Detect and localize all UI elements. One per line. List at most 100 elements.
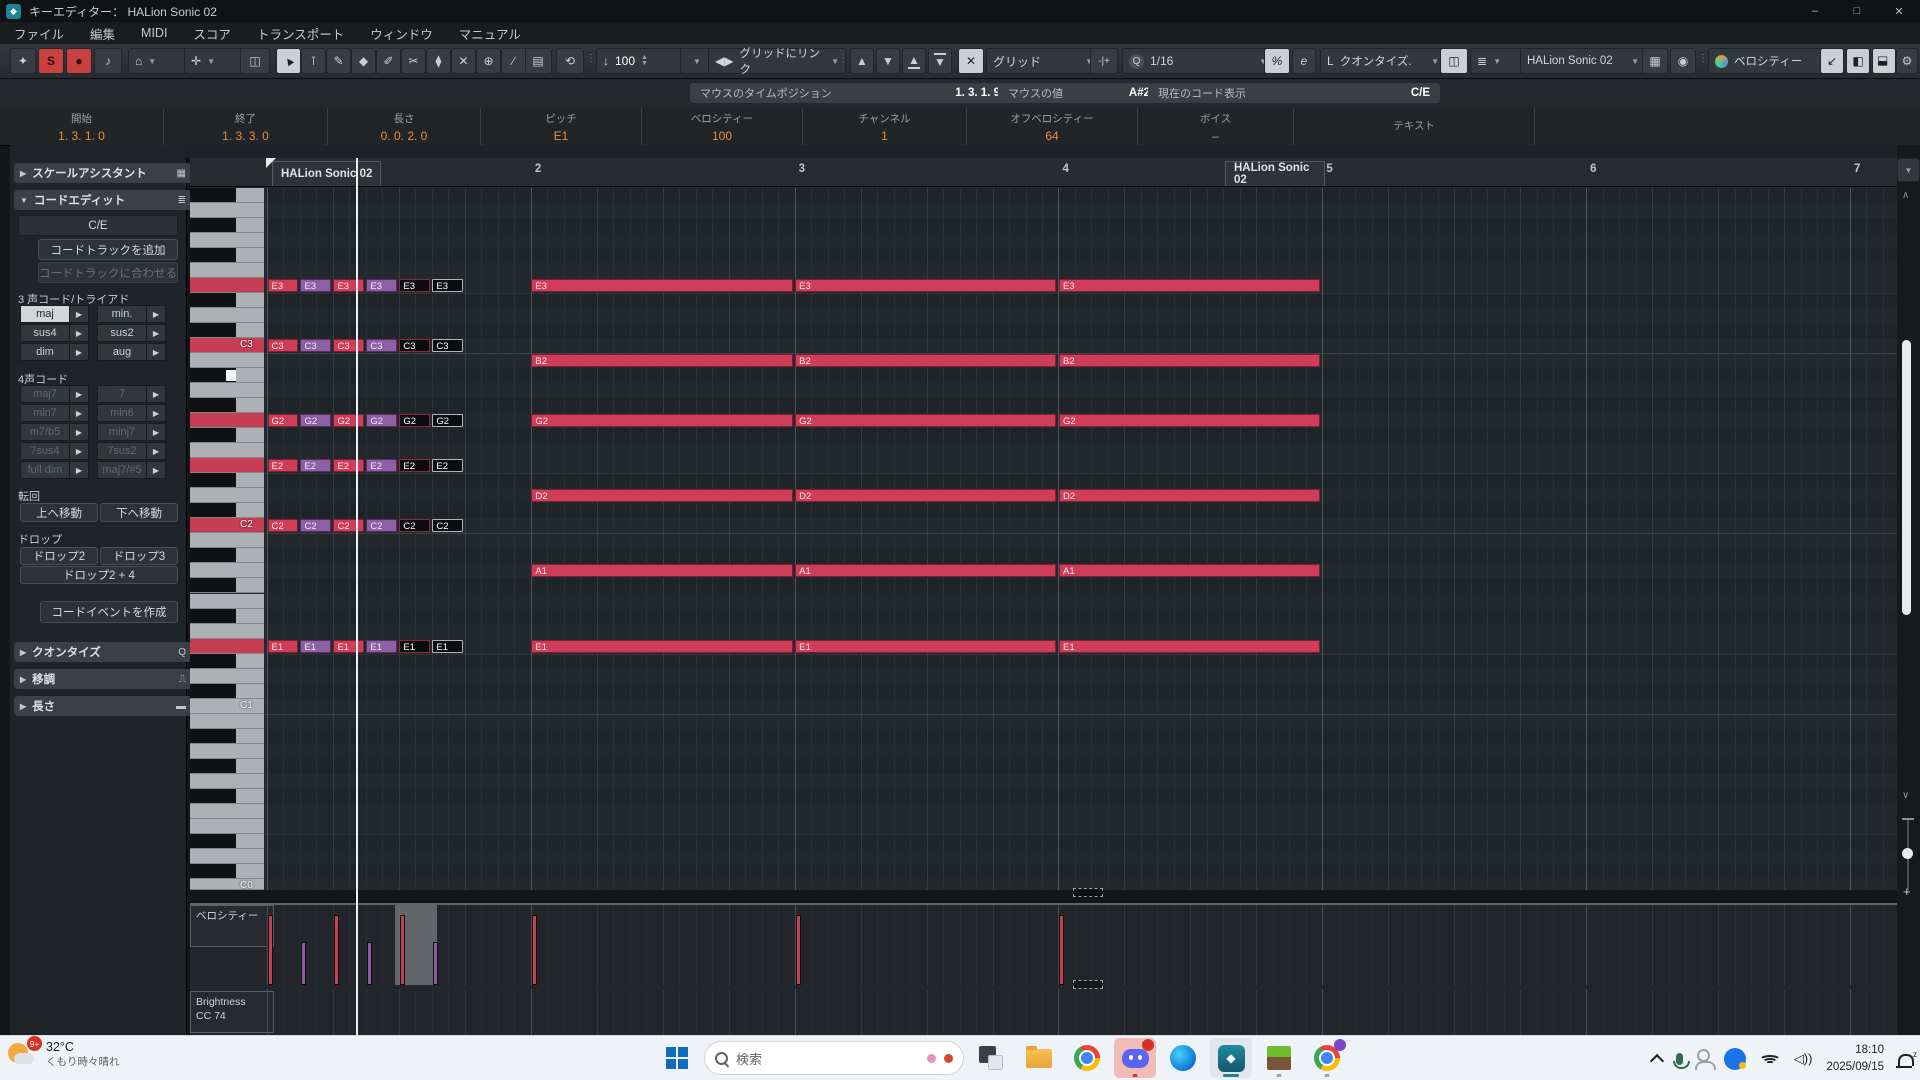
transpose-octave-up-button[interactable]: ▲ [902,48,926,74]
transpose-up-button[interactable]: ▲ [850,48,874,74]
ruler-options-button[interactable]: ▼ [1897,158,1920,182]
vertical-zoom-knob[interactable] [1902,848,1913,859]
quantize-preset-dropdown[interactable]: Q 1/16 ▼ [1122,48,1274,74]
independent-loop-icon[interactable]: ⟲ [556,48,584,74]
insert-velocity-spinner[interactable]: ↓ 100 ▲ ▼ [596,48,688,74]
object-selection-tool[interactable]: ▲ [276,48,301,74]
chord-button-maj7/#5[interactable]: maj7/#5 [97,461,147,479]
chord-variant-arrow[interactable]: ▶ [69,442,89,460]
velocity-lane[interactable] [190,903,1897,991]
stepper-icon[interactable]: ▲ ▼ [641,54,648,67]
autoscroll-button[interactable]: ⌂ ▼ [128,48,190,74]
erase-tool[interactable]: ◆ [351,48,376,74]
draw-tool[interactable]: ✎ [326,48,351,74]
people-tray-icon[interactable] [1694,1049,1716,1070]
menu-スコア[interactable]: スコア [193,24,231,43]
minimize-button[interactable]: – [1794,0,1836,22]
chord-variant-arrow[interactable]: ▶ [146,461,166,479]
notification-bell-icon[interactable]: z [1896,1050,1917,1068]
show-note-expression-icon[interactable]: ◫ [240,48,270,74]
chord-variant-arrow[interactable]: ▶ [69,324,89,342]
chord-variant-arrow[interactable]: ▶ [69,385,89,403]
chord-edit-section[interactable]: ▼ コードエディット ≣ [14,190,192,210]
chord-variant-arrow[interactable]: ▶ [146,385,166,403]
chord-variant-arrow[interactable]: ▶ [146,343,166,361]
length-section[interactable]: ▶ 長さ ▬ [14,696,192,716]
add-chord-track-button[interactable]: コードトラックを追加 [38,239,178,260]
menu-マニュアル[interactable]: マニュアル [459,24,521,43]
taskbar-search[interactable]: 検索 [704,1041,964,1075]
minecraft-button[interactable] [1258,1038,1300,1078]
chord-button-sus2[interactable]: sus2 [97,324,147,342]
chord-variant-arrow[interactable]: ▶ [69,404,89,422]
info-field[interactable]: オフベロシティー 64 [967,108,1138,145]
chord-button-min7[interactable]: min7 [20,404,70,422]
transpose-octave-down-button[interactable]: ▼ [928,48,952,74]
chord-variant-arrow[interactable]: ▶ [69,305,89,323]
iterative-quantize-icon[interactable]: % [1264,48,1290,74]
chord-button-7[interactable]: 7 [97,385,147,403]
info-field[interactable]: ボイス – [1138,108,1294,145]
left-zone-toggle-icon[interactable]: ◧ [1846,48,1870,74]
chord-variant-arrow[interactable]: ▶ [69,343,89,361]
midi-input-icon[interactable]: ◉ [1670,48,1696,74]
length-quantize-dropdown[interactable]: L クオンタイズ. ▼ [1320,48,1446,74]
menu-ウィンドウ[interactable]: ウィンドウ [370,24,433,43]
transpose-down-button[interactable]: ▼ [876,48,900,74]
scroll-down-arrow[interactable]: ∨ [1902,790,1909,801]
info-field[interactable]: 終了 1. 3. 3. 0 [164,108,328,145]
quantize-panel-icon[interactable]: e [1292,48,1316,74]
chord-button-m7/b5[interactable]: m7/b5 [20,423,70,441]
start-button[interactable] [656,1038,698,1078]
chord-button-sus4[interactable]: sus4 [20,324,70,342]
edited-part-dropdown[interactable]: HALion Sonic 02 ▼ [1520,48,1646,74]
chord-button-aug[interactable]: aug [97,343,147,361]
menu-編集[interactable]: 編集 [90,24,115,43]
wifi-icon[interactable] [1758,1052,1781,1066]
zoom-tool[interactable]: ⊕ [476,48,501,74]
vertical-scrollbar-thumb[interactable] [1902,340,1911,615]
chord-variant-arrow[interactable]: ▶ [146,404,166,422]
chrome-button[interactable] [1066,1038,1108,1078]
show-lanes-icon[interactable]: ◫ [1440,48,1468,74]
link-to-grid-dropdown[interactable]: ◀▶ グリッドにリンク ▼ [708,48,846,76]
solo-button[interactable]: S [38,48,64,74]
chord-button-maj7[interactable]: maj7 [20,385,70,403]
chord-button-minj7[interactable]: minj7 [97,423,147,441]
grid-type-dropdown[interactable]: グリッド▼ [986,48,1100,74]
chord-button-dim[interactable]: dim [20,343,70,361]
chord-button-min.[interactable]: min. [97,305,147,323]
edge-button[interactable] [1162,1038,1204,1078]
chord-variant-arrow[interactable]: ▶ [146,305,166,323]
split-tool[interactable]: ✂ [401,48,426,74]
info-field[interactable]: 開始 1. 3. 1. 0 [0,108,164,145]
open-in-lower-zone-icon[interactable]: ↙ [1820,48,1844,74]
chrome-profile-button[interactable] [1306,1038,1348,1078]
menu-MIDI[interactable]: MIDI [141,26,167,40]
event-colors-dropdown[interactable]: ベロシティー [1708,48,1822,74]
cc-lane-label[interactable]: Brightness CC 74 [190,991,274,1033]
scale-assistant-section[interactable]: ▶ スケールアシスタント ▦ [14,163,192,183]
chord-variant-arrow[interactable]: ▶ [69,423,89,441]
tray-overflow-chevron-icon[interactable] [1649,1053,1664,1068]
task-view-button[interactable] [970,1038,1012,1078]
menu-ファイル[interactable]: ファイル [14,24,64,43]
cc-lane[interactable] [190,989,1897,1035]
snap-on-off-icon[interactable]: ✕ [958,48,984,74]
pen-tool[interactable]: ✐ [376,48,401,74]
note-grid-background[interactable] [190,186,1897,890]
toolbar-settings-gear-icon[interactable]: ⚙ [1896,48,1918,74]
part-end-label[interactable]: HALion Sonic 02 [1225,161,1325,186]
drop2-button[interactable]: ドロップ2 [20,547,98,565]
zoom-in-plus[interactable]: + [1903,884,1911,899]
info-field[interactable]: ベロシティー 100 [642,108,803,145]
lane-presets-dropdown[interactable]: ≣ ▼ [1470,48,1524,74]
file-explorer-button[interactable] [1018,1038,1060,1078]
chord-variant-arrow[interactable]: ▶ [146,442,166,460]
discord-button[interactable] [1114,1038,1156,1078]
velocity-lane-label[interactable]: ベロシティー [190,905,274,947]
chord-button-7sus2[interactable]: 7sus2 [97,442,147,460]
glue-tool[interactable]: ⧫ [426,48,451,74]
line-tool[interactable]: ∕ [501,48,526,74]
chord-button-maj[interactable]: maj [20,305,70,323]
